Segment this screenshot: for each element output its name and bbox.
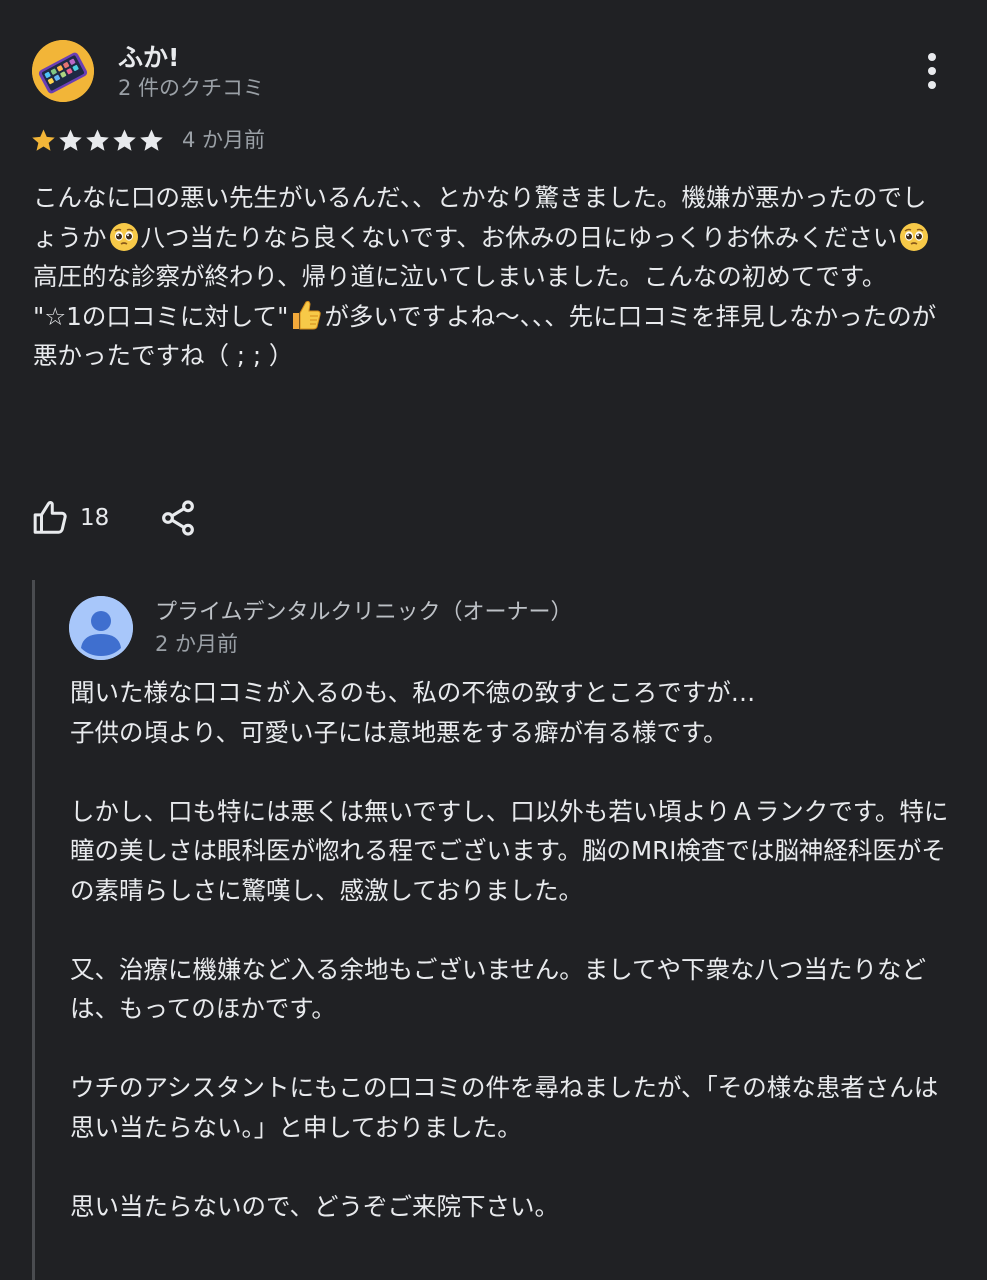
- review-paragraph: こんなに口の悪い先生がいるんだ、、とかなり驚きました。機嫌が悪かったのでしょうか…: [33, 178, 948, 257]
- like-button[interactable]: 18: [32, 496, 109, 540]
- pleading-face-emoji: [900, 222, 929, 251]
- owner-reply: プライムデンタルクリニック（オーナー） 2 か月前 聞いた様な口コミが入るのも、…: [32, 580, 987, 1280]
- reply-date: 2 か月前: [155, 632, 239, 656]
- star-empty-icon: [86, 128, 109, 151]
- phone-apps-avatar-icon: [32, 40, 94, 102]
- reviewer-name[interactable]: ふか!: [118, 38, 179, 74]
- star-rating: [30, 125, 165, 155]
- more-vert-icon: [928, 53, 936, 89]
- like-count: 18: [80, 505, 110, 531]
- reply-text: 聞いた様な口コミが入るのも、私の不徳の致すところですが… 子供の頃より、可愛い子…: [70, 673, 955, 1226]
- share-button[interactable]: [158, 498, 198, 538]
- reply-paragraph: 聞いた様な口コミが入るのも、私の不徳の致すところですが…: [70, 678, 756, 707]
- review-text: こんなに口の悪い先生がいるんだ、、とかなり驚きました。機嫌が悪かったのでしょうか…: [33, 178, 948, 376]
- reply-paragraph: しかし、口も特には悪くは無いですし、口以外も若い頃よりＡランクです。特に瞳の美し…: [70, 796, 949, 905]
- star-empty-icon: [59, 128, 82, 151]
- share-icon: [162, 500, 194, 536]
- more-options-button[interactable]: [914, 50, 950, 92]
- reviewer-review-count[interactable]: 2 件のクチコミ: [118, 72, 264, 102]
- star-empty-icon: [113, 128, 136, 151]
- review-text-segment: "☆1の口コミに対して": [33, 301, 289, 331]
- star-empty-icon: [140, 128, 163, 151]
- reply-paragraph: 子供の頃より、可愛い子には意地悪をする癖が有る様です。: [70, 717, 728, 747]
- review-paragraph: 高圧的な診察が終わり、帰り道に泣いてしまいました。こんなの初めてです。: [33, 262, 887, 291]
- reviewer-avatar[interactable]: [32, 40, 94, 102]
- review-paragraph: "☆1の口コミに対して" が多いですよね〜、、、先に口コミを拝見しなかったのが悪か…: [33, 297, 948, 376]
- pleading-face-emoji: [109, 222, 138, 251]
- star-filled-icon: [32, 128, 55, 151]
- owner-avatar[interactable]: [69, 596, 133, 660]
- review-text-segment: 八つ当たりなら良くないです、お休みの日にゆっくりお休みください: [140, 222, 898, 252]
- reply-paragraph: 又、治療に機嫌など入る余地もございません。ましてや下衆な八つ当たりなどは、もって…: [70, 954, 927, 1024]
- thumbs-up-emoji: [293, 300, 322, 329]
- reply-paragraph: 思い当たらないので、どうぞご来院下さい。: [70, 1191, 560, 1221]
- reply-paragraph: ウチのアシスタントにもこの口コミの件を尋ねましたが、「その様な患者さんは思い当た…: [70, 1073, 939, 1142]
- thumb-up-icon: [33, 501, 67, 534]
- owner-name: プライムデンタルクリニック（オーナー）: [155, 600, 573, 625]
- review-date: 4 か月前: [182, 128, 266, 152]
- person-avatar-icon: [69, 596, 133, 660]
